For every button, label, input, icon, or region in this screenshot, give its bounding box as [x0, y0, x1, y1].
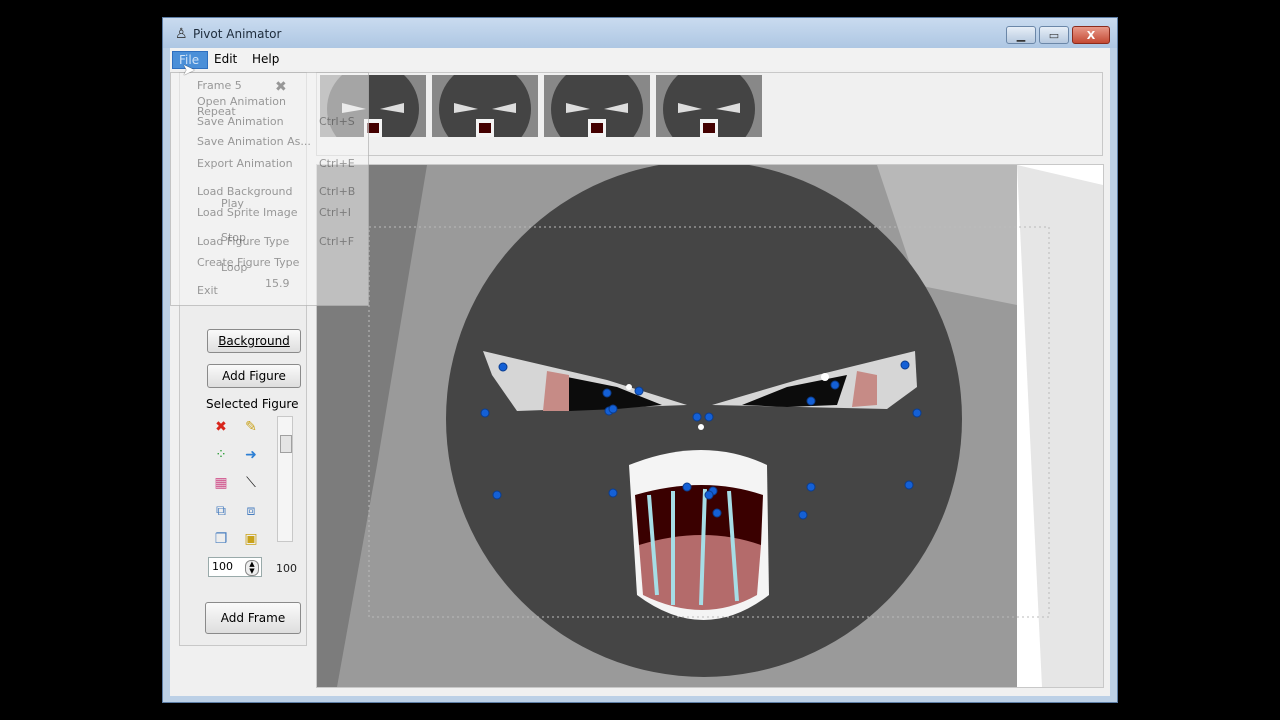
ghost-stop-label: Stop [221, 231, 247, 244]
copy-icon[interactable]: ❐ [212, 530, 230, 548]
paste-icon[interactable]: ▣ [242, 530, 260, 548]
ghost-menu-shortcut: Ctrl+E [319, 157, 355, 170]
line-icon[interactable]: ⟍ [242, 474, 260, 492]
menu-edit[interactable]: Edit [208, 51, 243, 67]
ghost-play-label: Play [221, 197, 244, 210]
size-spinner[interactable]: 100 ▲ ▼ [208, 557, 262, 577]
canvas-art [317, 165, 1103, 687]
add-figure-button[interactable]: Add Figure [207, 364, 301, 388]
frame-thumbnail[interactable] [432, 75, 538, 137]
menu-help[interactable]: Help [246, 51, 285, 67]
window-title: Pivot Animator [193, 27, 282, 41]
frame-thumbnail[interactable] [656, 75, 762, 137]
mouse-cursor-icon: ➤ [182, 60, 196, 79]
ghost-loop-label: Loop [221, 261, 248, 274]
ghost-menu-item: Load Background [197, 185, 293, 198]
ghost-file-menu: Frame 5 ✖ Repeat Open Animation Save Ani… [170, 72, 369, 306]
animation-canvas[interactable] [316, 164, 1104, 688]
ghost-menu-shortcut: Ctrl+B [319, 185, 356, 198]
ghost-menu-item: Create Figure Type [197, 256, 300, 269]
send-back-icon[interactable]: ⧈ [242, 502, 260, 520]
size-readout: 100 [276, 562, 297, 575]
ghost-menu-item: Load Sprite Image [197, 206, 298, 219]
minimize-button[interactable]: ▁ [1006, 26, 1036, 44]
scrollbar-thumb[interactable] [280, 435, 292, 453]
ghost-fps-readout: 15.9 [265, 277, 290, 290]
ghost-menu-shortcut: Ctrl+F [319, 235, 355, 248]
ghost-frame-label: Frame 5 [197, 79, 242, 92]
color-icon[interactable]: ▦ [212, 474, 230, 492]
delete-figure-icon[interactable]: ✖ [212, 418, 230, 436]
background-button[interactable]: Background [207, 329, 301, 353]
ghost-menu-item: Export Animation [197, 157, 293, 170]
ghost-menu-shortcut: Ctrl+S [319, 115, 355, 128]
close-button[interactable]: X [1072, 26, 1110, 44]
ghost-close-icon: ✖ [275, 79, 287, 95]
spinner-arrows-icon[interactable]: ▲ ▼ [245, 560, 259, 576]
ghost-menu-item: Exit [197, 284, 218, 297]
bring-front-icon[interactable]: ⧉ [212, 502, 230, 520]
ghost-menu-item: Save Animation [197, 115, 284, 128]
menu-bar: File Edit Help [170, 48, 1110, 70]
frame-strip [316, 72, 1103, 156]
pencil-icon[interactable]: ✎ [242, 418, 260, 436]
ghost-menu-item: Open Animation [197, 95, 286, 108]
title-bar[interactable]: ♙ Pivot Animator ▁ ▭ X [163, 18, 1117, 48]
frame-thumbnail[interactable] [544, 75, 650, 137]
ghost-menu-item: Save Animation As... [197, 135, 311, 148]
spinner-value: 100 [212, 560, 233, 573]
maximize-button[interactable]: ▭ [1039, 26, 1069, 44]
selected-figure-label: Selected Figure [206, 397, 299, 411]
center-icon[interactable]: ⁘ [212, 446, 230, 464]
flip-arrow-icon[interactable]: ➜ [242, 446, 260, 464]
figure-scrollbar[interactable] [277, 416, 293, 542]
stick-figure-icon: ♙ [175, 26, 188, 42]
frame-thumbnail-art [656, 75, 762, 137]
frame-thumbnail-art [432, 75, 538, 137]
add-frame-button[interactable]: Add Frame [205, 602, 301, 634]
ghost-menu-shortcut: Ctrl+I [319, 206, 352, 219]
frame-thumbnail-art [544, 75, 650, 137]
